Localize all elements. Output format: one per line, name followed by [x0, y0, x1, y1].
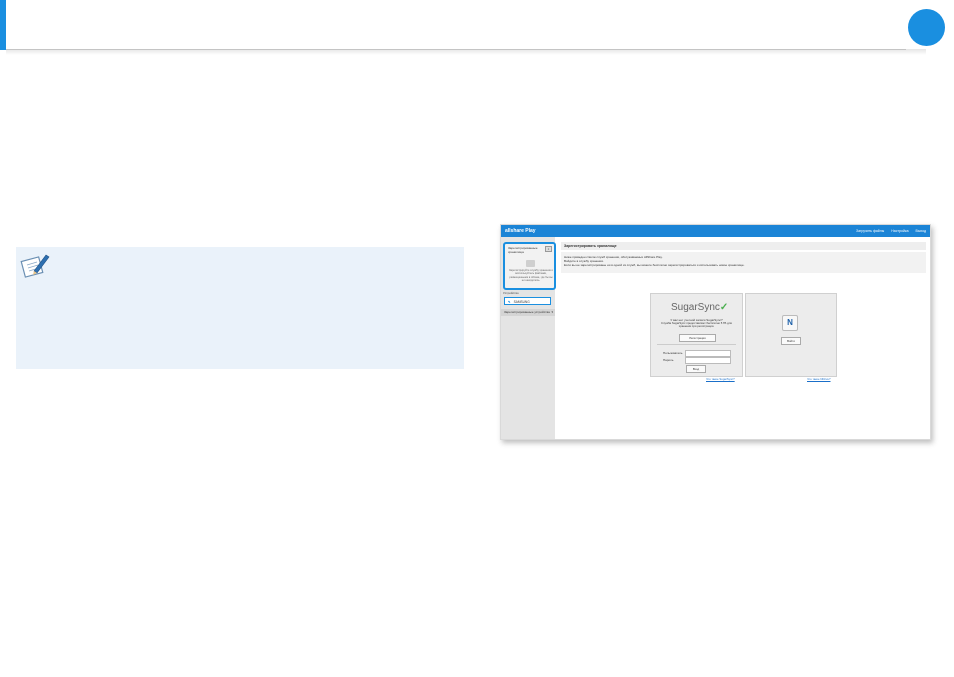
main-description: Ниже приведен список служб хранения, обс… — [561, 252, 926, 273]
note-pencil-icon — [20, 254, 50, 278]
close-icon[interactable]: × — [545, 246, 552, 252]
sidebar-section-label: Зарегистрированные устройства — [504, 310, 550, 314]
nav-upload-link[interactable]: Загрузить файлы — [856, 229, 884, 233]
sidebar-item-samsung[interactable]: ✎ SAMSUNG — [504, 297, 551, 305]
sidebar-item-label: SAMSUNG — [513, 300, 530, 304]
app-topbar: allshare Play Загрузить файлы Настройка … — [501, 225, 930, 237]
sidebar-section-device: Устройство — [503, 291, 519, 295]
divider — [657, 344, 736, 345]
header-shadow — [6, 49, 926, 55]
top-nav: Загрузить файлы Настройка Выход — [856, 229, 926, 233]
device-icon — [526, 260, 535, 267]
app-sidebar: Зарегистрированные хранилища × Зарегистр… — [501, 237, 556, 439]
main-title: Зарегистрировать хранилище — [561, 242, 926, 250]
page-marker-circle — [908, 9, 945, 46]
sugarsync-info-link[interactable]: Что такое SugarSync? — [706, 377, 735, 381]
chevron-down-icon: ▾ — [551, 310, 553, 314]
sidebar-section-registered[interactable]: Зарегистрированные устройства ▾ — [501, 309, 555, 316]
sugarsync-offer: Служба SugarSync предоставляет бесплатно… — [661, 321, 732, 329]
screenshot-window: allshare Play Загрузить файлы Настройка … — [500, 224, 931, 440]
login-button[interactable]: Вход — [686, 365, 706, 373]
pen-icon: ✎ — [508, 300, 511, 304]
username-field[interactable] — [685, 350, 731, 357]
register-button[interactable]: Регистрация — [679, 334, 716, 342]
note-box — [16, 247, 464, 369]
desc-line: Если вы не зарегистрированы ни в одной и… — [564, 263, 745, 268]
n-service-info-link[interactable]: Что такое NDrive? — [807, 377, 831, 381]
sugarsync-card: SugarSync✓ У вас нет учетной записи Suga… — [650, 293, 743, 377]
storage-panel-title: Зарегистрированные хранилища — [508, 246, 538, 254]
nav-logout-link[interactable]: Выход — [916, 229, 926, 233]
sugarsync-logo: SugarSync✓ — [671, 302, 729, 313]
check-icon: ✓ — [719, 302, 729, 313]
password-label: Пароль — [663, 358, 674, 362]
n-service-card: N Войти — [745, 293, 837, 377]
nav-settings-link[interactable]: Настройка — [891, 229, 908, 233]
storage-panel-desc: Зарегистрируйте службу хранения и воспол… — [509, 269, 554, 282]
app-brand: allshare Play — [505, 228, 536, 234]
storage-panel: Зарегистрированные хранилища × Зарегистр… — [503, 242, 556, 290]
password-field[interactable] — [685, 357, 731, 364]
left-accent-bar — [0, 0, 6, 50]
n-login-button[interactable]: Войти — [781, 337, 801, 345]
username-label: Пользователь — [663, 351, 683, 355]
n-service-icon: N — [782, 315, 798, 331]
